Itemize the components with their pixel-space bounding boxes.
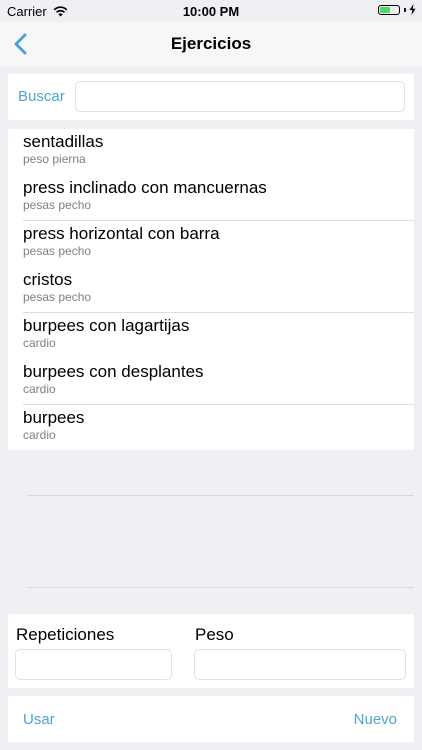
exercise-title: burpees con lagartijas	[23, 316, 190, 335]
list-item[interactable]: burpees con desplantes cardio	[8, 359, 414, 405]
exercise-category: pesas pecho	[23, 244, 92, 258]
status-right	[378, 4, 416, 15]
exercise-category: peso pierna	[23, 152, 86, 166]
list-item[interactable]: sentadillas peso pierna	[8, 129, 414, 175]
empty-row-separator	[27, 587, 414, 588]
search-input[interactable]	[75, 81, 405, 112]
exercise-title: press horizontal con barra	[23, 224, 220, 243]
battery-fill	[380, 6, 390, 13]
new-button[interactable]: Nuevo	[354, 711, 397, 728]
row-separator	[23, 312, 414, 313]
list-item[interactable]: burpees cardio	[8, 405, 414, 451]
row-separator	[23, 220, 414, 221]
empty-row-separator	[27, 495, 414, 496]
exercise-category: cardio	[23, 382, 56, 396]
exercise-category: cardio	[23, 428, 56, 442]
page-title: Ejercicios	[170, 34, 252, 53]
list-item[interactable]: burpees con lagartijas cardio	[8, 313, 414, 359]
exercise-category: pesas pecho	[23, 198, 92, 212]
weight-label: Peso	[195, 625, 234, 644]
exercise-category: pesas pecho	[23, 290, 92, 304]
battery-icon	[378, 4, 400, 15]
exercise-title: burpees con desplantes	[23, 362, 204, 381]
list-item[interactable]: cristos pesas pecho	[8, 267, 414, 313]
navigation-bar: Ejercicios	[0, 22, 422, 66]
exercise-title: cristos	[23, 270, 73, 289]
list-item[interactable]: press horizontal con barra pesas pecho	[8, 221, 414, 267]
status-bar: Carrier 10:00 PM	[0, 0, 422, 22]
row-separator	[23, 404, 414, 405]
action-bar: Usar Nuevo	[8, 696, 414, 742]
exercise-title: burpees	[23, 408, 85, 427]
exercise-list: sentadillas peso pierna press inclinado co…	[8, 129, 414, 450]
form-panel: Repeticiones Peso	[8, 614, 414, 688]
use-button[interactable]: Usar	[23, 711, 55, 728]
repetitions-input[interactable]	[15, 649, 172, 680]
status-time: 10:00 PM	[182, 4, 240, 19]
exercise-category: cardio	[23, 336, 56, 350]
battery-cap	[404, 7, 406, 12]
charging-bolt-icon	[409, 4, 416, 15]
weight-input[interactable]	[194, 649, 406, 680]
exercise-title: sentadillas	[23, 132, 104, 151]
list-item[interactable]: press inclinado con mancuernas pesas pech…	[8, 175, 414, 221]
search-label: Buscar	[18, 88, 65, 105]
exercise-title: press inclinado con mancuernas	[23, 178, 267, 197]
repetitions-label: Repeticiones	[16, 625, 115, 644]
search-panel: Buscar	[8, 74, 414, 120]
